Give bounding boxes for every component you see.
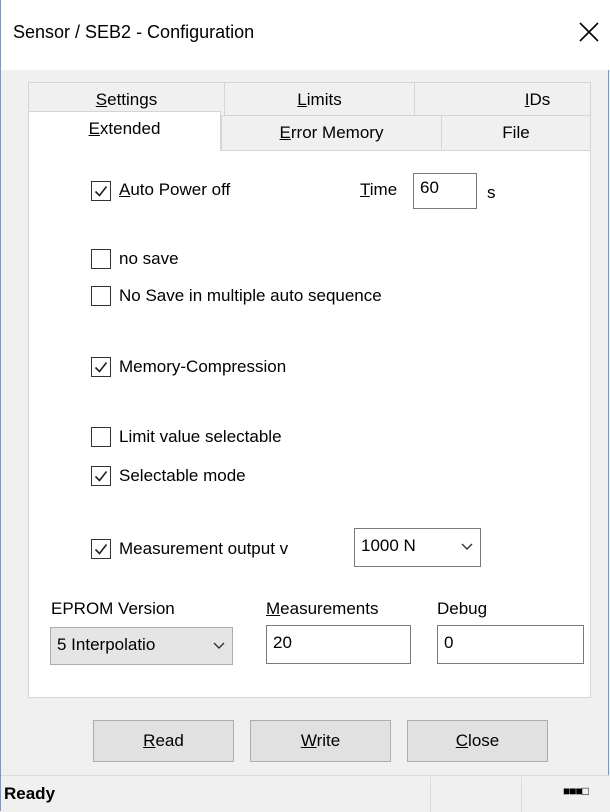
measurements-input[interactable]: 20 bbox=[266, 625, 411, 664]
write-button[interactable]: Write bbox=[250, 720, 391, 762]
tab-extended[interactable]: Extended bbox=[28, 111, 221, 151]
no-save-multi-label: No Save in multiple auto sequence bbox=[119, 286, 382, 305]
memory-compression-label: Memory-Compression bbox=[119, 357, 287, 376]
measurement-output-select[interactable]: 1000 N bbox=[354, 528, 481, 567]
tab-error-memory-label: rror Memory bbox=[290, 123, 384, 142]
checkmark-icon bbox=[94, 544, 108, 555]
auto-power-hotkey: A bbox=[119, 180, 131, 199]
no-save-label: no save bbox=[119, 249, 179, 268]
tab-limits[interactable]: Limits bbox=[224, 82, 415, 116]
tab-ids[interactable]: IDs bbox=[414, 82, 591, 116]
window-title: Sensor / SEB2 - Configuration bbox=[13, 22, 255, 42]
measurements-label: Measurements bbox=[266, 599, 378, 619]
debug-input[interactable]: 0 bbox=[437, 625, 584, 664]
selectable-mode-checkbox[interactable] bbox=[91, 466, 111, 486]
close-hotkey: C bbox=[455, 731, 469, 750]
chevron-down-icon bbox=[461, 543, 473, 550]
tab-file[interactable]: File bbox=[441, 115, 591, 149]
measurement-output-value: 1000 N bbox=[361, 536, 416, 555]
tab-file-label: File bbox=[502, 123, 530, 142]
time-label: Time bbox=[360, 180, 397, 200]
auto-power-checkbox[interactable] bbox=[91, 181, 111, 201]
time-label-text: ime bbox=[369, 180, 398, 199]
read-hotkey: R bbox=[143, 731, 156, 750]
checkmark-icon bbox=[94, 362, 108, 373]
measurements-label-hotkey: M bbox=[266, 599, 281, 618]
limit-selectable-label: Limit value selectable bbox=[119, 427, 282, 446]
status-separator bbox=[521, 777, 522, 812]
measurement-output-label: Measurement output v bbox=[119, 539, 289, 558]
auto-power-text: uto Power off bbox=[130, 180, 231, 199]
tab-limits-label: imits bbox=[306, 90, 342, 109]
tab-limits-hotkey: L bbox=[297, 90, 307, 109]
tab-error-memory[interactable]: Error Memory bbox=[221, 115, 442, 149]
measurement-output-checkbox[interactable] bbox=[91, 539, 111, 559]
tab-error-memory-hotkey: E bbox=[279, 123, 291, 142]
limit-selectable-checkbox[interactable] bbox=[91, 427, 111, 447]
time-unit: s bbox=[487, 183, 496, 202]
measurements-label-text: easurements bbox=[280, 599, 379, 618]
eprom-version-label: EPROM Version bbox=[51, 599, 175, 618]
time-label-hotkey: T bbox=[360, 180, 370, 199]
checkmark-icon bbox=[94, 186, 108, 197]
read-button[interactable]: Read bbox=[93, 720, 234, 762]
tab-settings-label: ettings bbox=[107, 90, 158, 109]
status-separator bbox=[430, 777, 431, 812]
tab-extended-hotkey: E bbox=[88, 119, 100, 138]
status-text: Ready bbox=[4, 784, 56, 803]
eprom-version-value: 5 Interpolatio bbox=[57, 635, 156, 654]
tab-settings-hotkey: S bbox=[95, 90, 108, 109]
close-label: lose bbox=[468, 731, 500, 750]
auto-power-label: Auto Power off bbox=[119, 180, 230, 200]
status-bar: Ready ■■■□ bbox=[1, 775, 610, 812]
status-indicator: ■■■□ bbox=[563, 784, 589, 798]
time-input[interactable]: 60 bbox=[413, 173, 477, 209]
extended-panel: Auto Power off Time 60 s no save No Save… bbox=[28, 150, 591, 698]
title-bar: Sensor / SEB2 - Configuration bbox=[1, 0, 610, 70]
debug-label: Debug bbox=[437, 599, 488, 618]
eprom-version-select[interactable]: 5 Interpolatio bbox=[50, 627, 233, 665]
selectable-mode-label: Selectable mode bbox=[119, 466, 246, 485]
write-hotkey: W bbox=[300, 731, 317, 750]
close-button[interactable]: Close bbox=[407, 720, 548, 762]
config-window: Sensor / SEB2 - Configuration Settings L… bbox=[0, 0, 610, 812]
tab-extended-label: xtended bbox=[99, 119, 161, 138]
tab-ids-label: Ds bbox=[529, 90, 551, 109]
memory-compression-checkbox[interactable] bbox=[91, 357, 111, 377]
read-label: ead bbox=[155, 731, 184, 750]
checkmark-icon bbox=[94, 471, 108, 482]
no-save-multi-checkbox[interactable] bbox=[91, 286, 111, 306]
chevron-down-icon bbox=[213, 642, 225, 649]
no-save-checkbox[interactable] bbox=[91, 249, 111, 269]
write-label: rite bbox=[316, 731, 341, 750]
close-window-icon[interactable] bbox=[576, 19, 602, 45]
